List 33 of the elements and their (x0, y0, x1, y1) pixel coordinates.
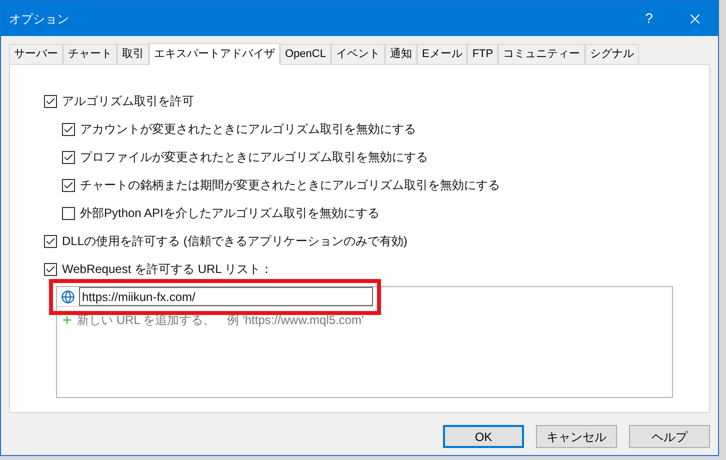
add-url-hint[interactable]: 新しい URL を追加する、 例 'https://www.mql5.com' (77, 311, 364, 329)
add-icon (61, 314, 73, 326)
checkbox-label: チャートの銘柄または期間が変更されたときにアルゴリズム取引を無効にする (80, 177, 500, 194)
checkbox-label: アルゴリズム取引を許可 (62, 93, 194, 110)
tab[interactable]: チャート (63, 44, 117, 64)
globe-icon (61, 290, 75, 304)
tab[interactable]: イベント (330, 44, 385, 64)
tab[interactable]: Eメール (416, 44, 468, 64)
checkbox[interactable] (62, 206, 75, 220)
tab[interactable]: 通知 (384, 44, 417, 64)
checkbox-label: プロファイルが変更されたときにアルゴリズム取引を無効にする (80, 149, 428, 166)
checkbox[interactable] (62, 122, 75, 136)
checkbox-label: 外部Python APIを介したアルゴリズム取引を無効にする (80, 205, 380, 222)
checkbox[interactable] (44, 94, 57, 108)
checkbox[interactable] (44, 262, 57, 276)
tab[interactable]: シグナル (585, 44, 640, 64)
checkbox-label: アカウントが変更されたときにアルゴリズム取引を無効にする (80, 121, 416, 138)
tab[interactable]: 取引 (117, 44, 149, 64)
tab[interactable]: サーバー (9, 44, 63, 64)
window-title: オプション (9, 10, 70, 28)
tab[interactable]: エキスパートアドバイザ (149, 43, 280, 65)
dialog-button[interactable]: OK (443, 425, 524, 448)
checkbox[interactable] (44, 234, 57, 248)
checkbox[interactable] (62, 178, 75, 192)
help-button[interactable]: ? (626, 1, 672, 36)
checkbox-label: DLLの使用を許可する (信頼できるアプリケーションのみで有効) (62, 233, 408, 250)
dialog-button[interactable]: ヘルプ (629, 425, 710, 448)
tab[interactable]: コミュニティー (498, 44, 586, 64)
checkbox[interactable] (62, 150, 75, 164)
checkbox-label: WebRequest を許可する URL リスト： (62, 261, 273, 278)
tab[interactable]: FTP (467, 44, 498, 64)
dialog-button[interactable]: キャンセル (536, 425, 617, 448)
tab[interactable]: OpenCL (280, 44, 331, 64)
